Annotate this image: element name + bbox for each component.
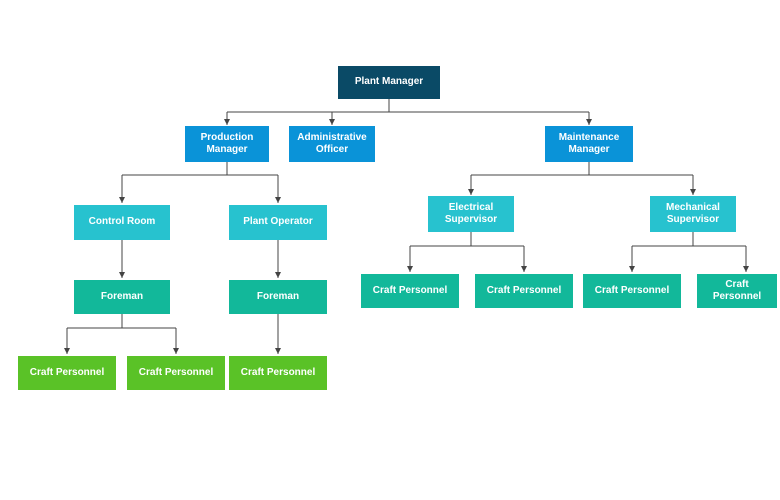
node-craft-7: Craft Personnel	[697, 274, 777, 308]
node-craft-2: Craft Personnel	[127, 356, 225, 390]
node-mechanical-supervisor: Mechanical Supervisor	[650, 196, 736, 232]
node-maintenance-manager: Maintenance Manager	[545, 126, 633, 162]
node-craft-6: Craft Personnel	[583, 274, 681, 308]
node-foreman-2: Foreman	[229, 280, 327, 314]
org-chart: Plant Manager Production Manager Adminis…	[0, 0, 780, 500]
node-admin-officer: Administrative Officer	[289, 126, 375, 162]
node-craft-1: Craft Personnel	[18, 356, 116, 390]
node-production-manager: Production Manager	[185, 126, 269, 162]
node-craft-4: Craft Personnel	[361, 274, 459, 308]
node-plant-manager: Plant Manager	[338, 66, 440, 99]
node-control-room: Control Room	[74, 205, 170, 240]
node-foreman-1: Foreman	[74, 280, 170, 314]
node-plant-operator: Plant Operator	[229, 205, 327, 240]
node-craft-3: Craft Personnel	[229, 356, 327, 390]
node-electrical-supervisor: Electrical Supervisor	[428, 196, 514, 232]
node-craft-5: Craft Personnel	[475, 274, 573, 308]
